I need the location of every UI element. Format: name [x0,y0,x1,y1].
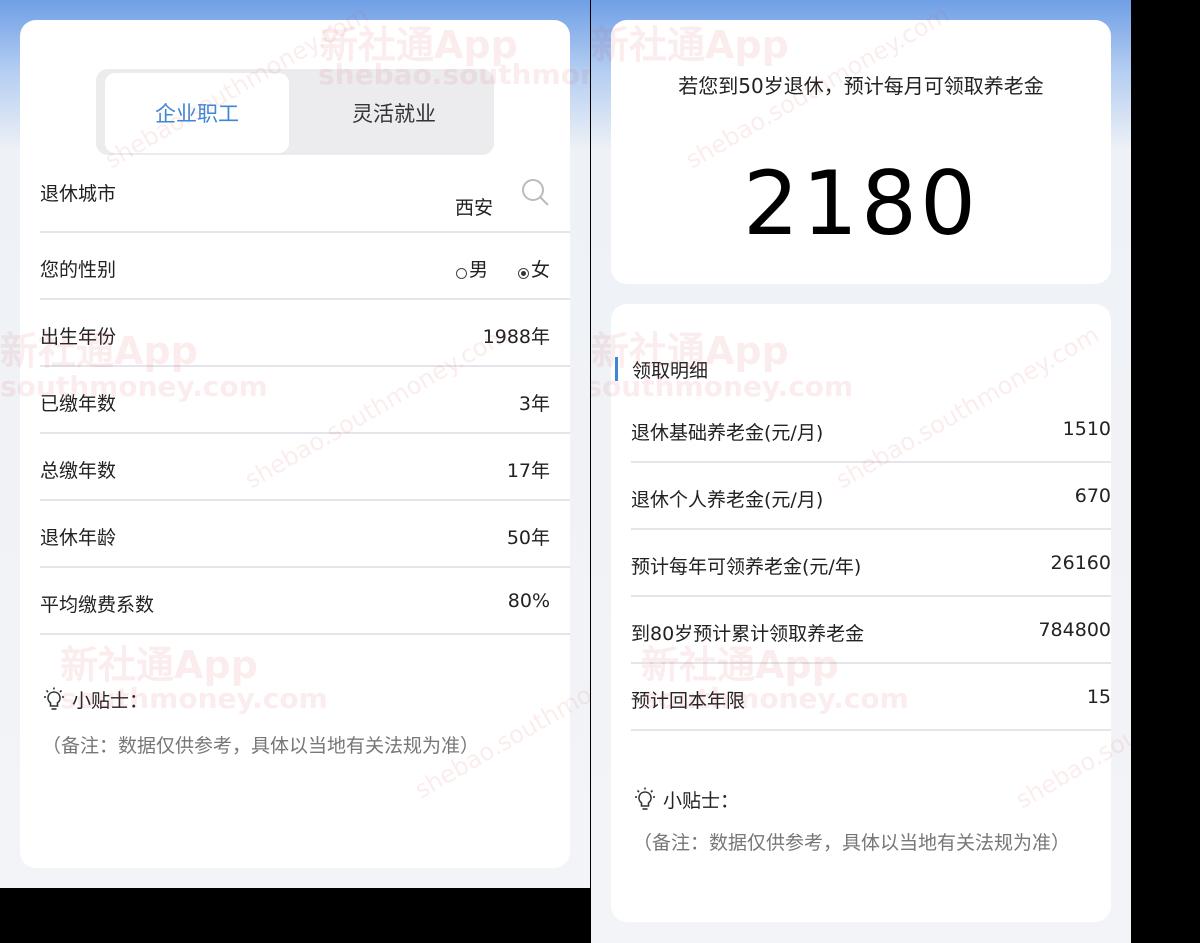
tip-note: （备注：数据仅供参考，具体以当地有关法规为准） [42,735,480,757]
tip-title-text: 小贴士： [663,790,740,812]
retire-age-row[interactable]: 退休年龄 50年 [40,501,570,568]
result-card: 若您到50岁退休，预计每月可领取养老金 2180 [611,20,1111,284]
monthly-pension-amount: 2180 [743,152,979,255]
detail-card: 领取明细 退休基础养老金(元/月) 1510 退休个人养老金(元/月) 670 … [611,304,1111,922]
tip-title: 小贴士： [633,786,739,813]
right-edge-bar [1131,0,1200,943]
gender-option-male-label: 男 [468,259,488,281]
contribution-ratio-value[interactable]: 80% [508,590,550,612]
contribution-ratio-label: 平均缴费系数 [40,594,155,616]
paid-years-row[interactable]: 已缴年数 3年 [40,367,570,434]
radio-icon[interactable] [517,268,529,279]
result-headline: 若您到50岁退休，预计每月可领取养老金 [678,74,1044,98]
gender-row: 您的性别 男 女 [40,233,570,300]
retire-city-value[interactable]: 西安 [455,193,493,220]
birth-year-label: 出生年份 [40,326,117,348]
birth-year-row[interactable]: 出生年份 1988年 [40,300,570,367]
detail-row: 预计每年可领养老金(元/年) 26160 [631,530,1111,597]
detail-heading: 领取明细 [615,356,708,382]
gender-option-female-label: 女 [530,259,550,281]
detail-row-label: 到80岁预计累计领取养老金 [631,623,865,645]
tip-title: 小贴士： [42,686,148,713]
detail-row: 退休个人养老金(元/月) 670 [631,463,1111,530]
gender-options: 男 女 [426,255,550,282]
detail-row: 预计回本年限 15 [631,664,1111,731]
lightbulb-icon [44,687,64,710]
detail-row-label: 预计回本年限 [631,690,746,712]
tab-flexible-employment[interactable]: 灵活就业 [302,73,486,153]
retire-city-row[interactable]: 退休城市 西安 [40,165,570,233]
bottom-bar [0,888,590,943]
gender-label: 您的性别 [40,259,117,281]
detail-heading-text: 领取明细 [632,359,709,382]
detail-row-label: 退休基础养老金(元/月) [631,422,824,444]
detail-row-label: 预计每年可领养老金(元/年) [631,556,862,578]
search-icon[interactable] [520,177,550,207]
detail-row-value: 26160 [1050,552,1111,574]
total-years-row[interactable]: 总缴年数 17年 [40,434,570,501]
heading-accent-bar [615,357,618,381]
left-panel: 企业职工 灵活就业 退休城市 西安 您的性别 男 女 出生年份 1988年 已缴… [0,0,590,888]
gender-option-male[interactable]: 男 [455,255,488,282]
detail-row-label: 退休个人养老金(元/月) [631,489,824,511]
right-panel: 若您到50岁退休，预计每月可领取养老金 2180 领取明细 退休基础养老金(元/… [591,0,1131,943]
birth-year-value[interactable]: 1988年 [483,322,550,349]
detail-row-value: 670 [1074,485,1111,507]
lightbulb-icon [635,787,655,810]
retire-age-value[interactable]: 50年 [507,523,550,550]
gender-option-female[interactable]: 女 [517,255,550,282]
retire-age-label: 退休年龄 [40,527,117,549]
detail-row: 到80岁预计累计领取养老金 784800 [631,597,1111,664]
tip-title-text: 小贴士： [72,690,149,712]
retire-city-label: 退休城市 [40,183,117,205]
total-years-label: 总缴年数 [40,460,117,482]
contribution-ratio-row[interactable]: 平均缴费系数 80% [40,568,570,635]
total-years-value[interactable]: 17年 [507,456,550,483]
tab-enterprise-employee[interactable]: 企业职工 [105,73,289,153]
detail-row-value: 784800 [1038,619,1111,641]
detail-row-value: 15 [1086,686,1111,708]
paid-years-label: 已缴年数 [40,393,117,415]
employment-type-tabs: 企业职工 灵活就业 [96,69,494,155]
pension-form-card: 企业职工 灵活就业 退休城市 西安 您的性别 男 女 出生年份 1988年 已缴… [20,20,570,868]
detail-row: 退休基础养老金(元/月) 1510 [631,396,1111,463]
paid-years-value[interactable]: 3年 [519,389,550,416]
radio-icon[interactable] [455,268,467,279]
detail-row-value: 1510 [1062,418,1111,440]
tip-note: （备注：数据仅供参考，具体以当地有关法规为准） [633,832,1071,854]
